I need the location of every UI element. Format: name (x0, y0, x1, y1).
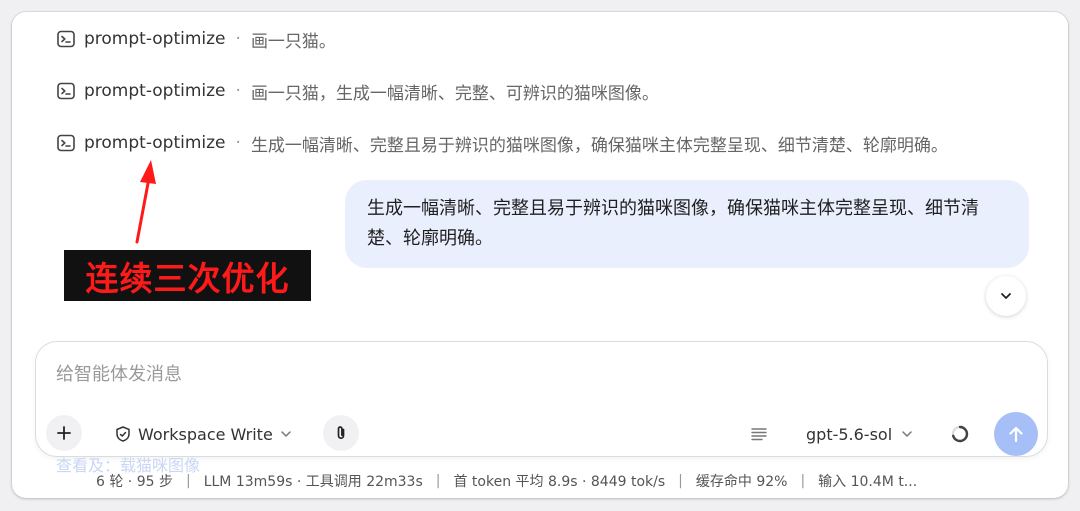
chevron-down-icon (1001, 293, 1011, 299)
send-button[interactable] (994, 412, 1038, 456)
annotation-label: 连续三次优化 (64, 250, 311, 301)
tool-description: 生成一幅清晰、完整且易于辨识的猫咪图像，确保猫咪主体完整呈现、细节清楚、轮廓明确… (250, 135, 948, 156)
status-cache: 缓存命中 92% (695, 474, 788, 490)
status-bar: 6 轮 · 95 步 | LLM 13m59s · 工具调用 22m33s | … (96, 470, 917, 492)
tool-description: 画一只猫，生成一幅清晰、完整、可辨识的猫咪图像。 (250, 83, 659, 104)
tool-separator: · (235, 133, 241, 153)
workspace-mode-dropdown[interactable]: Workspace Write (114, 420, 293, 448)
model-select-dropdown[interactable]: gpt-5.6-sol (806, 420, 914, 448)
tool-separator: · (235, 81, 241, 101)
status-turns: 6 轮 · 95 步 (96, 474, 173, 490)
status-divider: | (185, 473, 191, 489)
tool-call-row[interactable]: prompt-optimize · 画一只猫，生成一幅清晰、完整、可辨识的猫咪图… (56, 78, 659, 104)
message-composer: Workspace Write gpt-5.6-sol (35, 341, 1048, 457)
status-llm-time: LLM 13m59s · 工具调用 22m33s (203, 474, 423, 490)
add-attachment-button[interactable] (46, 415, 82, 451)
app-window: prompt-optimize · 画一只猫。 prompt-optimize … (12, 12, 1068, 498)
status-input: 输入 10.4M t... (818, 474, 918, 490)
tool-description: 画一只猫。 (250, 31, 336, 52)
terminal-icon (56, 81, 76, 101)
terminal-icon (56, 29, 76, 49)
tool-separator: · (235, 29, 241, 49)
plus-icon (57, 426, 71, 440)
status-first-token: 首 token 平均 8.9s · 8449 tok/s (453, 474, 666, 490)
attach-file-button[interactable] (323, 415, 359, 451)
tool-call-row[interactable]: prompt-optimize · 画一只猫。 (56, 26, 336, 52)
model-label: gpt-5.6-sol (806, 424, 893, 444)
tool-name: prompt-optimize (84, 29, 226, 49)
tool-name: prompt-optimize (84, 133, 226, 153)
shield-icon (116, 426, 130, 442)
arrow-up-icon (1009, 426, 1023, 443)
status-divider: | (800, 473, 806, 489)
paperclip-icon (337, 426, 345, 440)
workspace-mode-label: Workspace Write (138, 424, 273, 444)
message-input[interactable] (56, 360, 756, 388)
chevron-down-icon (281, 431, 291, 437)
tool-name: prompt-optimize (84, 81, 226, 101)
spinner-icon (948, 422, 972, 446)
terminal-icon (56, 133, 76, 153)
user-message-bubble: 生成一幅清晰、完整且易于辨识的猫咪图像，确保猫咪主体完整呈现、细节清楚、轮廓明确… (345, 180, 1029, 268)
list-icon[interactable] (747, 422, 771, 446)
chevron-down-icon (902, 431, 912, 437)
status-divider: | (435, 473, 441, 489)
status-divider: | (678, 473, 683, 489)
scroll-to-bottom-button[interactable] (986, 276, 1026, 316)
annotation-arrow-icon (135, 160, 156, 244)
tool-call-row[interactable]: prompt-optimize · 生成一幅清晰、完整且易于辨识的猫咪图像，确保… (56, 130, 948, 156)
